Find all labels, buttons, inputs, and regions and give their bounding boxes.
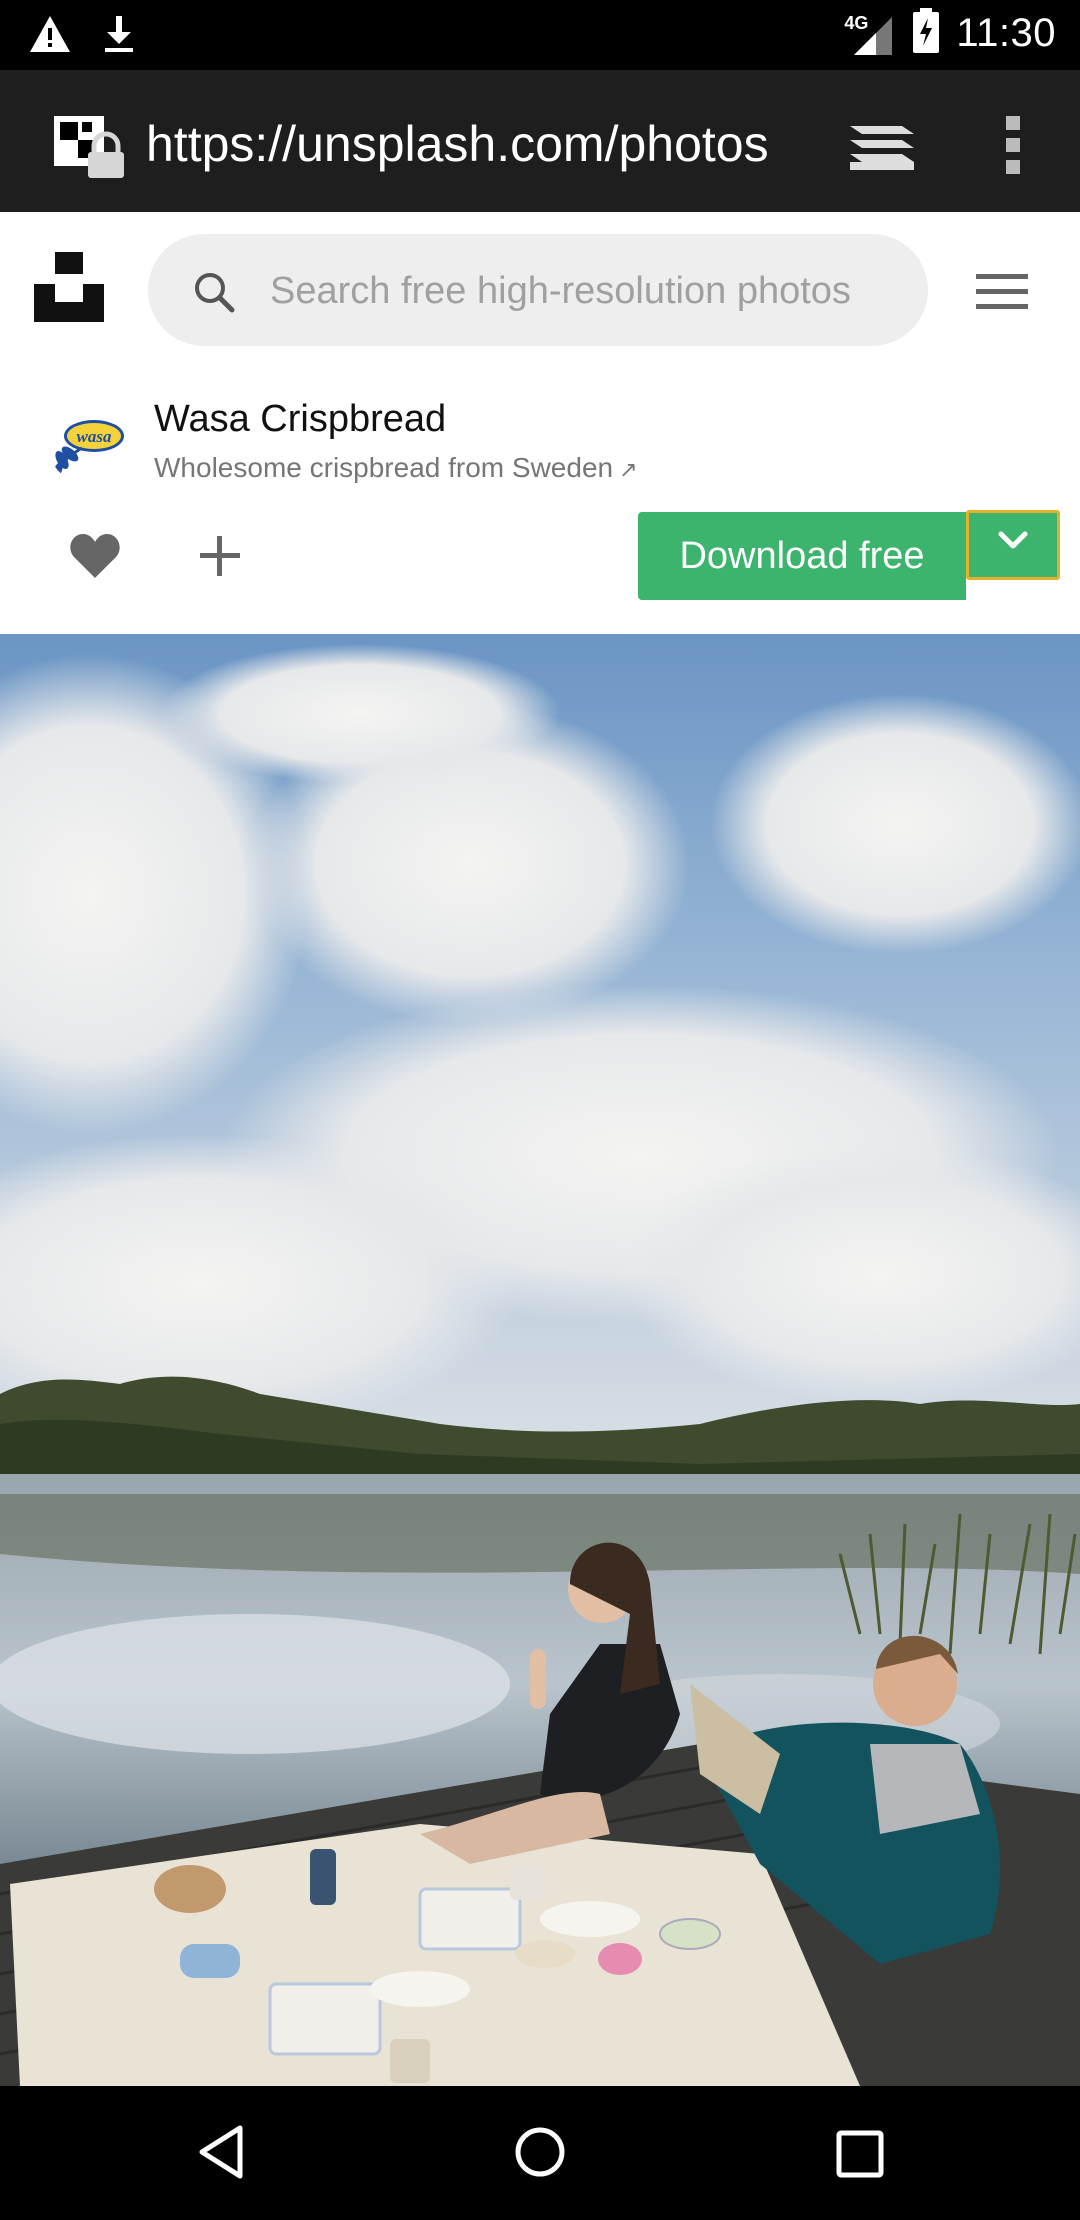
recents-icon[interactable] (836, 2130, 884, 2178)
photo[interactable] (0, 634, 1080, 2086)
photo-image (0, 634, 1080, 2086)
site-info-icon[interactable] (52, 114, 128, 180)
browser-toolbar: https://unsplash.com/photos (0, 70, 1080, 212)
tabs-icon[interactable] (846, 112, 918, 176)
system-nav-bar (0, 2086, 1080, 2220)
sponsor-tagline[interactable]: Wholesome crispbread from Sweden ↗ (154, 452, 638, 484)
photo-actions: Download free (0, 500, 1080, 634)
warning-icon (28, 14, 72, 59)
more-vert-icon[interactable] (996, 110, 1032, 180)
search-bar[interactable] (148, 234, 928, 346)
svg-text:wasa: wasa (77, 427, 112, 446)
search-icon[interactable] (192, 270, 236, 314)
avatar[interactable]: wasa (48, 404, 128, 484)
sponsor-tagline-text: Wholesome crispbread from Sweden (154, 452, 614, 483)
url-bar[interactable]: https://unsplash.com/photos (146, 114, 794, 174)
chevron-down-icon (998, 531, 1028, 549)
plus-icon[interactable] (196, 532, 244, 580)
download-icon (102, 14, 136, 59)
signal-icon: 4G (844, 9, 896, 59)
download-button[interactable]: Download free (638, 512, 966, 600)
sponsor-name[interactable]: Wasa Crispbread (154, 398, 446, 441)
site-header (0, 212, 1080, 380)
status-bar: 4G 11:30 (0, 0, 1080, 70)
unsplash-logo[interactable] (32, 250, 106, 324)
home-icon[interactable] (514, 2124, 566, 2180)
sponsor-row: wasa Wasa Crispbread Wholesome crispbrea… (0, 380, 1080, 500)
download-options-button[interactable] (966, 510, 1060, 580)
battery-charging-icon (912, 8, 940, 59)
back-icon[interactable] (196, 2124, 246, 2180)
search-input[interactable] (268, 254, 902, 328)
heart-icon[interactable] (68, 530, 122, 582)
external-link-icon: ↗ (619, 457, 638, 482)
menu-icon[interactable] (976, 274, 1028, 310)
clock: 11:30 (956, 11, 1056, 55)
